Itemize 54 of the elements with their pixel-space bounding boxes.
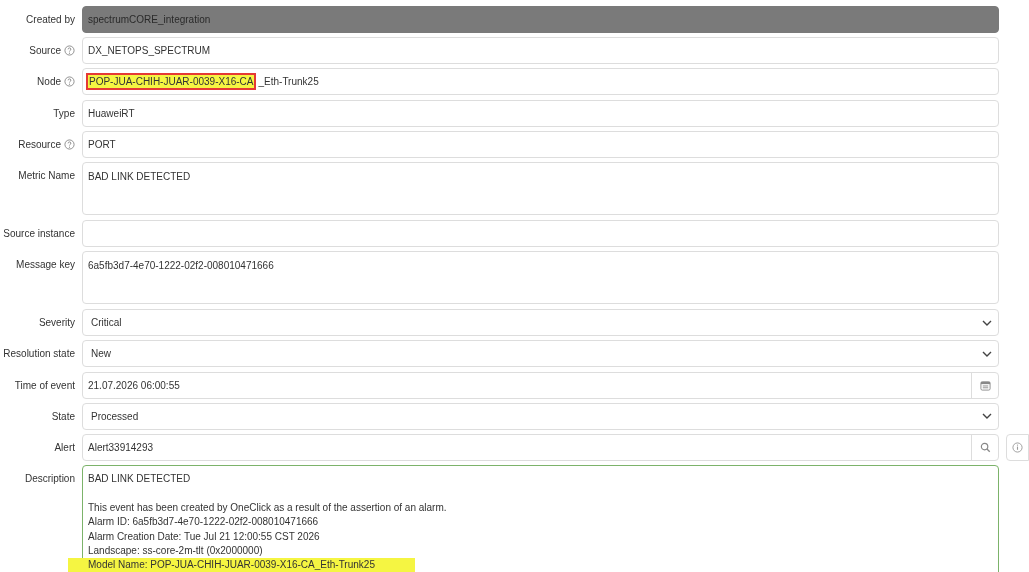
field-value: New bbox=[91, 348, 111, 360]
field-label: Description bbox=[24, 473, 75, 485]
field-label: Node bbox=[37, 76, 61, 88]
field-value: DX_NETOPS_SPECTRUM bbox=[88, 45, 211, 57]
field-label: Source bbox=[29, 45, 61, 57]
highlighted-text: Model Name: POP-JUA-CHIH-JUAR-0039-X16-CA_Eth-Trunk25 bbox=[68, 558, 415, 572]
description-line: Alarm ID: 6a5fb3d7-4e70-1222-02f2-008010471666 bbox=[88, 515, 320, 530]
field-value: Alert33914293 bbox=[88, 441, 155, 453]
dropdown[interactable]: Critical bbox=[82, 309, 999, 337]
field-value: 21.07.2026 06:00:55 bbox=[88, 379, 181, 391]
field-value: PORT bbox=[88, 138, 116, 150]
help-icon[interactable] bbox=[64, 138, 75, 150]
field-value: Critical bbox=[91, 317, 122, 329]
text-field[interactable]: PORT bbox=[82, 130, 999, 158]
field-label: Resolution state bbox=[3, 348, 75, 360]
dropdown[interactable]: Processed bbox=[82, 402, 999, 430]
field-value: _Eth-Trunk25 bbox=[258, 76, 319, 88]
field-label: Severity bbox=[38, 317, 75, 329]
chevron-down-icon bbox=[982, 413, 992, 420]
text-field[interactable]: DX_NETOPS_SPECTRUM bbox=[82, 37, 999, 65]
text-field[interactable]: POP-JUA-CHIH-JUAR-0039-X16-CA _Eth-Trunk25 bbox=[82, 68, 999, 96]
calendar-icon bbox=[979, 379, 991, 391]
help-icon[interactable] bbox=[64, 76, 75, 88]
description-line: BAD LINK DETECTED bbox=[88, 472, 192, 487]
chevron-down-icon bbox=[982, 350, 992, 357]
lookup-field[interactable]: Alert33914293 bbox=[82, 433, 999, 461]
field-label: Source instance bbox=[3, 227, 75, 239]
help-icon[interactable] bbox=[64, 45, 75, 57]
text-area[interactable]: BAD LINK DETECTED bbox=[82, 161, 999, 215]
field-label: Metric Name bbox=[18, 169, 75, 181]
field-label: Type bbox=[53, 107, 75, 119]
field-label: Message key bbox=[16, 259, 75, 271]
chevron-down-icon bbox=[982, 319, 992, 326]
text-field[interactable]: HuaweiRT bbox=[82, 99, 999, 127]
field-label: State bbox=[51, 410, 75, 422]
field-label: Created by bbox=[26, 14, 75, 25]
dropdown[interactable]: New bbox=[82, 340, 999, 368]
search-icon bbox=[979, 441, 991, 453]
info-button[interactable] bbox=[1006, 433, 1029, 461]
field-value: BAD LINK DETECTED bbox=[88, 170, 191, 182]
field-label: Time of event bbox=[14, 379, 75, 391]
date-field[interactable]: 21.07.2026 06:00:55 bbox=[82, 371, 999, 399]
field-value: Processed bbox=[91, 410, 139, 422]
description-line: Alarm Creation Date: Tue Jul 21 12:00:55 CST 2026 bbox=[88, 529, 321, 544]
field-value: 6a5fb3d7-4e70-1222-02f2-008010471666 bbox=[88, 260, 274, 272]
text-area[interactable]: 6a5fb3d7-4e70-1222-02f2-008010471666 bbox=[82, 251, 999, 305]
text-field[interactable] bbox=[82, 219, 999, 247]
description-line: This event has been created by OneClick as a result of the assertion of an alarm. bbox=[88, 501, 448, 516]
field-label: Resource bbox=[18, 138, 61, 150]
field-label: Alert bbox=[54, 441, 75, 453]
description-line: Landscape: ss-core-2m-tlt (0x2000000) bbox=[88, 543, 264, 558]
highlighted-text: POP-JUA-CHIH-JUAR-0039-X16-CA bbox=[88, 75, 255, 89]
info-icon bbox=[1012, 441, 1023, 453]
field-value: HuaweiRT bbox=[88, 107, 135, 119]
